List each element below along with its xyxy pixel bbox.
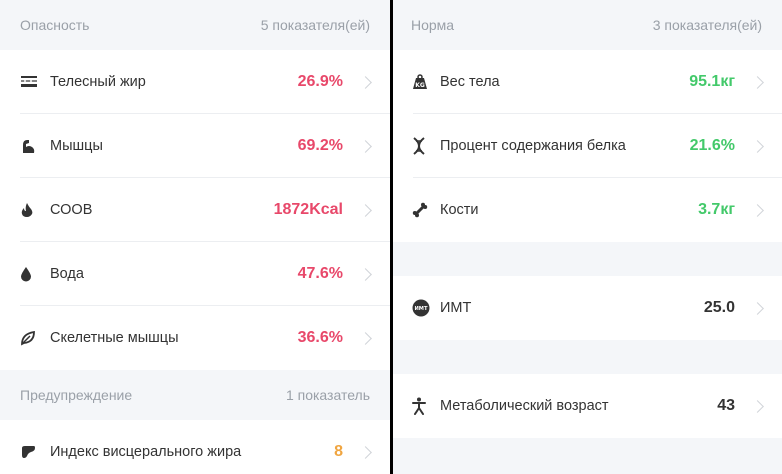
metric-label: СООВ [50,202,93,218]
metric-label: Вода [50,266,84,282]
dna-icon [412,137,440,155]
chevron-right-icon [751,139,764,153]
metric-row-skeletal-muscle[interactable]: Скелетные мышцы 36.6% [0,306,390,370]
metric-row-visceral-fat[interactable]: Индекс висцерального жира 8 [0,420,390,474]
muscle-arm-icon [20,138,50,154]
chevron-right-icon [359,139,372,153]
chevron-right-icon [359,203,372,217]
metric-row-water[interactable]: Вода 47.6% [0,242,390,306]
chevron-right-icon [359,267,372,281]
section-title: Предупреждение [20,387,133,403]
svg-text:KG: KG [415,82,425,89]
section-title: Норма [411,17,455,33]
chevron-right-icon [359,445,372,459]
metric-label: Телесный жир [50,74,146,90]
weight-kg-icon: KG [412,74,440,90]
metric-row-bmi[interactable]: ИМТ ИМТ 25.0 [393,276,782,340]
section-count: 3 показателя(ей) [652,17,762,33]
metric-value: 95.1кг [689,73,735,90]
metric-row-bones[interactable]: Кости 3.7кг [393,178,782,242]
chevron-right-icon [359,75,372,89]
water-drop-icon [20,266,50,282]
metric-row-bmr[interactable]: СООВ 1872Kcal [0,178,390,242]
metric-value: 1872Kcal [273,201,343,218]
metric-value: 25.0 [703,299,735,316]
right-panel: Норма 3 показателя(ей) KG Вес тела 95.1к… [393,0,782,474]
section-header-danger: Опасность 5 показателя(ей) [0,0,390,50]
chevron-right-icon [751,301,764,315]
chevron-right-icon [751,203,764,217]
chevron-right-icon [751,399,764,413]
bmi-icon-text: ИМТ [414,306,428,312]
flame-icon [20,202,50,218]
metric-value: 47.6% [297,265,343,282]
metric-label: ИМТ [440,300,472,316]
section-count: 1 показатель [285,387,370,403]
section-header-warning: Предупреждение 1 показатель [0,370,390,420]
metric-value: 69.2% [297,137,343,154]
left-panel: Опасность 5 показателя(ей) Телесный жир … [0,0,390,474]
metric-label: Мышцы [50,138,103,154]
metric-row-body-fat[interactable]: Телесный жир 26.9% [0,50,390,114]
section-header-normal: Норма 3 показателя(ей) [393,0,782,50]
metric-value: 36.6% [297,329,343,346]
section-title: Опасность [20,17,90,33]
body-fat-icon [20,75,50,89]
metric-label: Индекс висцерального жира [50,444,242,460]
metric-value: 21.6% [689,137,735,154]
metric-label: Метаболический возраст [440,398,609,414]
metric-label: Скелетные мышцы [50,330,179,346]
metric-value: 8 [334,443,343,460]
metric-label: Вес тела [440,74,500,90]
chevron-right-icon [359,331,372,345]
person-icon [412,397,440,415]
leaf-icon [20,330,50,346]
metric-row-protein[interactable]: Процент содержания белка 21.6% [393,114,782,178]
metric-row-muscle[interactable]: Мышцы 69.2% [0,114,390,178]
metric-value: 3.7кг [698,201,735,218]
metric-label: Кости [440,202,479,218]
metric-value: 26.9% [297,73,343,90]
metric-value: 43 [717,397,735,414]
section-count: 5 показателя(ей) [260,17,370,33]
metric-row-metabolic-age[interactable]: Метаболический возраст 43 [393,374,782,438]
metric-row-body-weight[interactable]: KG Вес тела 95.1кг [393,50,782,114]
bone-icon [412,202,440,218]
chevron-right-icon [751,75,764,89]
bmi-icon: ИМТ [412,299,440,317]
organ-icon [20,445,50,459]
metric-label: Процент содержания белка [440,138,626,154]
